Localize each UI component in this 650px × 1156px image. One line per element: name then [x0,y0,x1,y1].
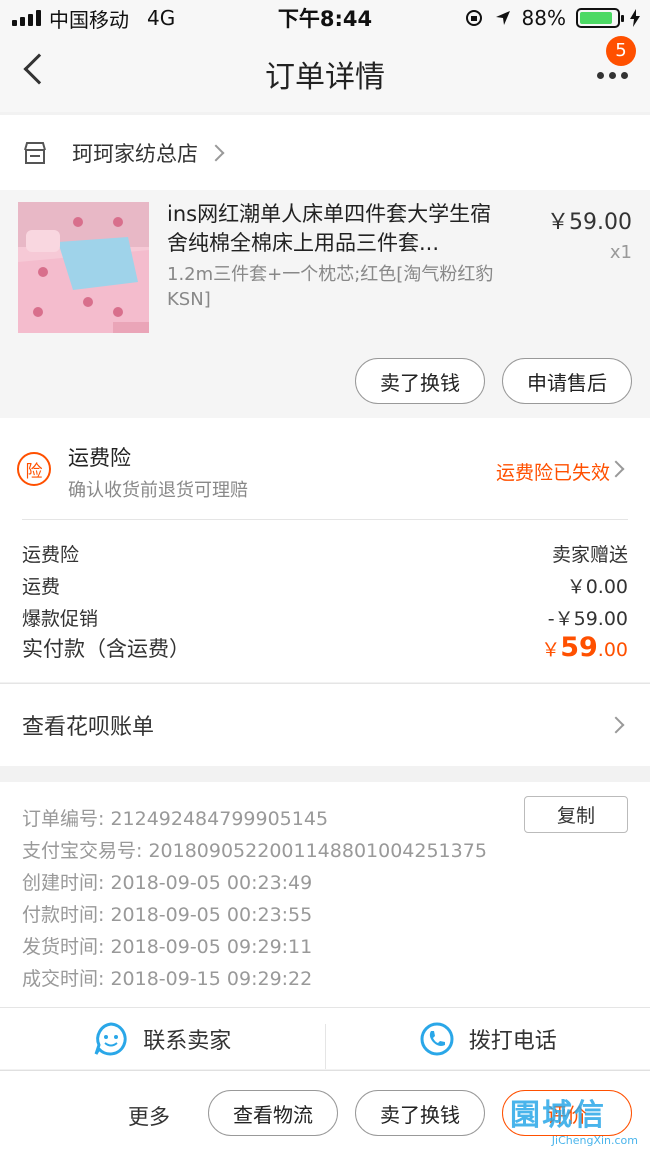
fee-value: 卖家赠送 [551,544,628,566]
total-label: 实付款（含运费） [22,637,190,661]
fee-summary: 运费险 卖家赠送 运费 ￥0.00 爆款促销 -￥59.00 实付款（含运费） … [0,520,650,682]
charging-icon [630,9,640,27]
total-amount: ￥59.00 [541,632,628,663]
call-phone-button[interactable]: 拨打电话 [326,1008,650,1069]
shop-name: 珂珂家纺总店 [72,141,198,166]
contact-seller-button[interactable]: 联系卖家 [0,1008,325,1069]
fee-value: ￥0.00 [566,576,628,598]
product-quantity: x1 [609,242,632,263]
created-time: 创建时间: 2018-09-05 00:23:49 [22,872,313,894]
chat-icon [94,1021,127,1055]
fee-row: 运费 ￥0.00 [22,572,628,599]
status-bar: 中国移动 4G 下午8:44 88% [0,0,650,36]
fee-label: 爆款促销 [22,608,99,630]
huabei-bill-row[interactable]: 查看花呗账单 [0,683,650,766]
more-icon[interactable] [597,72,628,79]
contact-bar: 联系卖家 拨打电话 [0,1007,650,1069]
store-icon [24,141,46,164]
insurance-status: 运费险已失效 [495,462,610,484]
order-number: 订单编号: 212492484799905145 [22,808,329,830]
insurance-icon: 险 [17,452,51,486]
total-integer: 59 [560,632,598,663]
chevron-right-icon [607,460,625,478]
order-info: 订单编号: 212492484799905145 复制 支付宝交易号: 2018… [0,782,650,1007]
notification-badge: 5 [606,36,636,66]
insurance-title: 运费险 [68,446,131,470]
copy-button[interactable]: 复制 [524,796,628,833]
product-price: ￥59.00 [547,210,632,235]
sell-for-cash-button[interactable]: 卖了换钱 [355,358,485,404]
product-sku: 1.2m三件套+一个枕芯;红色[淘气粉红豹 KSN] [167,264,494,310]
shipping-insurance-row[interactable]: 险 运费险 确认收货前退货可理赔 运费险已失效 [0,418,650,520]
battery-percent: 88% [521,6,566,30]
phone-icon [420,1022,454,1055]
shipped-time: 发货时间: 2018-09-05 09:29:11 [22,936,313,958]
view-logistics-button[interactable]: 查看物流 [208,1090,338,1136]
contact-seller-label: 联系卖家 [143,1028,232,1054]
shop-row[interactable]: 珂珂家纺总店 [0,115,650,190]
total-row: 实付款（含运费） ￥59.00 [22,632,628,663]
total-currency: ￥ [541,639,561,661]
sell-for-cash-button[interactable]: 卖了换钱 [355,1090,485,1136]
fee-label: 运费 [22,576,61,598]
location-icon [495,11,510,25]
more-button[interactable]: 更多 [128,1101,170,1131]
total-decimal: .00 [597,639,628,661]
fee-row: 爆款促销 -￥59.00 [22,604,628,631]
huabei-label: 查看花呗账单 [22,715,155,740]
fee-label: 运费险 [22,544,80,566]
rotation-lock-icon [465,10,482,26]
page-title: 订单详情 [265,60,385,95]
nav-bar: 订单详情 5 [0,36,650,112]
product-title[interactable]: ins网红潮单人床单四件套大学生宿舍纯棉全棉床上用品三件套... [167,200,507,258]
apply-after-sale-button[interactable]: 申请售后 [502,358,632,404]
paid-time: 付款时间: 2018-09-05 00:23:55 [22,904,313,926]
watermark-url: JiChengXin.com [551,1134,638,1147]
battery-icon [576,8,624,28]
call-phone-label: 拨打电话 [468,1028,557,1054]
product-thumbnail[interactable] [18,202,149,333]
watermark-text: 園城信 [510,1098,606,1133]
product-card[interactable]: ins网红潮单人床单四件套大学生宿舍纯棉全棉床上用品三件套... 1.2m三件套… [0,190,650,418]
chevron-right-icon [607,716,625,734]
completed-time: 成交时间: 2018-09-15 09:29:22 [22,968,313,990]
fee-row: 运费险 卖家赠送 [22,540,628,567]
alipay-trade-number: 支付宝交易号: 2018090522001148801004251375 [22,840,487,862]
chevron-right-icon [207,144,225,161]
fee-value: -￥59.00 [547,608,628,630]
insurance-subtitle: 确认收货前退货可理赔 [68,480,248,501]
back-icon[interactable] [23,53,55,85]
watermark-logo: 園城信 JiChengXin.com [510,1090,638,1152]
